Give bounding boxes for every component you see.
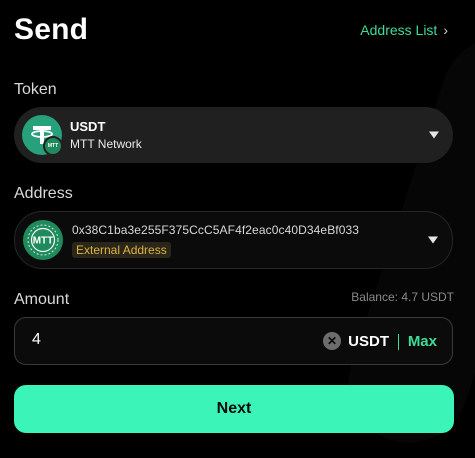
unit-divider [398,334,399,350]
caret-down-icon [429,131,439,139]
clear-icon[interactable]: ✕ [323,332,341,350]
token-label: Token [14,81,57,98]
address-list-label: Address List [360,22,438,38]
chevron-right-icon: › [443,22,448,38]
token-name: USDT [70,119,106,134]
token-network: MTT Network [70,137,142,151]
amount-field[interactable]: 4 ✕ USDT Max [14,317,453,365]
external-address-tag: External Address [72,242,171,258]
address-label: Address [14,185,73,202]
amount-input[interactable]: 4 [32,331,41,349]
balance-text: Balance: 4.7 USDT [351,290,454,304]
caret-down-icon [428,236,438,244]
svg-text:MTT: MTT [33,236,54,247]
address-value: 0x38C1ba3e255F375CcC5AF4f2eac0c40D34eBf0… [72,223,360,237]
max-button[interactable]: Max [408,333,437,350]
address-selector[interactable]: MTT 0x38C1ba3e255F375CcC5AF4f2eac0c40D34… [14,211,453,269]
amount-label: Amount [14,291,70,308]
next-button[interactable]: Next [14,385,454,433]
address-list-link[interactable]: Address List › [360,22,448,38]
page-title: Send [14,13,89,46]
amount-unit: USDT [348,333,389,350]
mtt-network-icon: MTT [23,220,63,260]
network-badge: MTT [43,136,63,156]
token-selector[interactable]: MTT USDT MTT Network [14,107,453,163]
